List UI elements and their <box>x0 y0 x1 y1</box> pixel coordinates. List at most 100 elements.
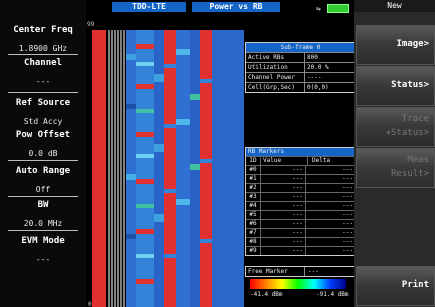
parameter-panel: Center Freq 1.8900 GHz Channel --- Ref S… <box>0 0 86 307</box>
table-header-row: ID Value Delta <box>246 156 355 165</box>
print-softkey[interactable]: Print <box>356 266 435 306</box>
marker-value: --- <box>261 202 306 210</box>
table-row: Cell(Grp,Sec) 0(0,0) <box>246 82 355 92</box>
marker-value: --- <box>261 220 306 228</box>
divider <box>8 160 78 161</box>
mode-indicator: TDD-LTE <box>112 2 186 12</box>
status-softkey[interactable]: Status> <box>356 66 435 106</box>
table-cell: Utilization <box>246 63 305 72</box>
divider <box>8 92 78 93</box>
bw-value: 20.0 MHz <box>23 219 63 228</box>
print-softkey-label: Print <box>401 280 429 290</box>
center-freq-value: 1.8900 GHz <box>18 44 68 53</box>
table-cell: Active RBs <box>246 53 305 62</box>
marker-value: --- <box>261 238 306 246</box>
marker-delta: --- <box>342 184 353 191</box>
subframe-title: Sub-frame 0 <box>246 43 355 52</box>
softkey-menu-title: New <box>354 0 435 12</box>
table-cell: Cell(Grp,Sec) <box>246 83 305 92</box>
color-scale-min: -41.4 dBm <box>250 291 283 298</box>
auto-range-label: Auto Range <box>15 166 71 176</box>
table-row[interactable]: #6 --- --- <box>246 219 355 228</box>
meas-softkey-sublabel: Result> <box>391 169 429 179</box>
marker-delta: --- <box>342 211 353 218</box>
spectrogram-top-label: 99 <box>87 21 95 28</box>
marker-id: #9 <box>246 247 261 255</box>
trace-softkey-label: Trace <box>401 114 429 124</box>
battery-icon <box>327 4 349 13</box>
evm-mode-param: EVM Mode --- <box>0 236 86 264</box>
bw-label: BW <box>37 200 49 210</box>
marker-delta: --- <box>342 220 353 227</box>
marker-delta: --- <box>342 229 353 236</box>
softkey-panel: New Image> Status> Trace +Status> Meas R… <box>354 0 435 307</box>
power-vs-rb-spectrogram: 99 0 <box>86 14 244 307</box>
channel-param: Channel --- <box>0 58 86 86</box>
pow-offset-value: 0.0 dB <box>28 149 58 158</box>
table-row[interactable]: #3 --- --- <box>246 192 355 201</box>
column-header: ID <box>246 157 261 165</box>
subframe-table: Sub-frame 0 Active RBs 800 Utilization 2… <box>245 42 356 93</box>
table-row[interactable]: #2 --- --- <box>246 183 355 192</box>
marker-id: #0 <box>246 166 261 174</box>
table-row: Channel Power ---- <box>246 72 355 82</box>
table-cell: 800 <box>307 54 318 61</box>
channel-label: Channel <box>24 58 62 68</box>
color-scale-max: -91.4 dBm <box>316 291 349 298</box>
meas-result-softkey[interactable]: Meas Result> <box>356 148 435 188</box>
center-freq-param: Center Freq 1.8900 GHz <box>0 25 86 53</box>
table-cell: 0(0,0) <box>307 84 329 91</box>
marker-delta: --- <box>342 238 353 245</box>
marker-id: #3 <box>246 193 261 201</box>
marker-id: #4 <box>246 202 261 210</box>
image-softkey-label: Image> <box>396 39 429 49</box>
table-row[interactable]: #8 --- --- <box>246 237 355 246</box>
divider <box>8 230 78 231</box>
bw-param: BW 20.0 MHz <box>0 200 86 228</box>
table-cell: Channel Power <box>246 73 305 82</box>
free-marker-value: --- <box>308 268 319 275</box>
table-cell: 20.0 % <box>307 64 329 71</box>
table-row: Active RBs 800 <box>246 52 355 62</box>
marker-delta: --- <box>342 202 353 209</box>
measurement-indicator: Power vs RB <box>192 2 280 12</box>
marker-delta: --- <box>342 166 353 173</box>
rb-markers-table: RB Markers ID Value Delta #0 --- --- #1 ---… <box>245 147 356 256</box>
evm-mode-label: EVM Mode <box>21 236 65 246</box>
image-softkey[interactable]: Image> <box>356 25 435 65</box>
evm-mode-value: --- <box>35 255 51 264</box>
free-marker-row[interactable]: Free Marker --- <box>245 266 356 277</box>
trace-status-softkey[interactable]: Trace +Status> <box>356 107 435 147</box>
table-cell: ---- <box>307 74 322 81</box>
spectrogram-bottom-label: 0 <box>88 301 92 307</box>
trace-softkey-sublabel: +Status> <box>385 128 429 138</box>
meas-softkey-label: Meas <box>407 155 429 165</box>
divider <box>8 54 78 55</box>
usb-icon: ⇋ <box>316 4 321 13</box>
rb-markers-title: RB Markers <box>246 148 355 156</box>
ref-source-value: Std Accy <box>23 117 63 126</box>
marker-id: #6 <box>246 220 261 228</box>
marker-value: --- <box>261 247 306 255</box>
marker-id: #7 <box>246 229 261 237</box>
column-header: Value <box>261 157 308 165</box>
table-row[interactable]: #7 --- --- <box>246 228 355 237</box>
marker-value: --- <box>261 184 306 192</box>
table-row[interactable]: #5 --- --- <box>246 210 355 219</box>
table-row[interactable]: #0 --- --- <box>246 165 355 174</box>
marker-delta: --- <box>342 247 353 254</box>
center-freq-label: Center Freq <box>13 25 73 35</box>
divider <box>8 196 78 197</box>
channel-value: --- <box>35 77 51 86</box>
table-row[interactable]: #4 --- --- <box>246 201 355 210</box>
color-scale-bar <box>250 279 346 289</box>
marker-id: #5 <box>246 211 261 219</box>
table-row[interactable]: #1 --- --- <box>246 174 355 183</box>
pow-offset-param: Pow Offset 0.0 dB <box>0 130 86 158</box>
marker-value: --- <box>261 166 306 174</box>
table-row[interactable]: #9 --- --- <box>246 246 355 255</box>
table-row: Utilization 20.0 % <box>246 62 355 72</box>
ref-source-label: Ref Source <box>15 98 71 108</box>
marker-id: #8 <box>246 238 261 246</box>
column-header: Delta <box>312 157 331 164</box>
